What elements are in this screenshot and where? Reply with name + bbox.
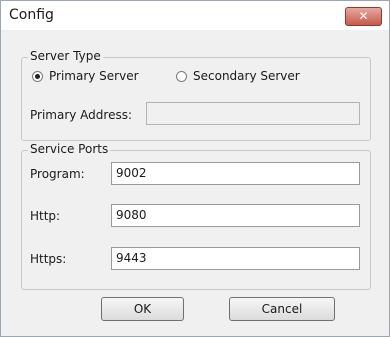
close-button[interactable]: ✕ [345, 7, 382, 26]
program-label: Program: [30, 167, 85, 181]
secondary-server-label: Secondary Server [193, 69, 300, 83]
service-ports-label: Service Ports [28, 142, 111, 156]
https-label: Https: [30, 252, 67, 266]
secondary-server-radio[interactable]: Secondary Server [176, 69, 300, 83]
ok-button[interactable]: OK [101, 297, 184, 321]
http-port-field[interactable]: 9080 [111, 204, 360, 227]
primary-server-radio[interactable]: Primary Server [32, 69, 139, 83]
cancel-button[interactable]: Cancel [229, 297, 335, 321]
primary-server-label: Primary Server [49, 69, 139, 83]
http-label: Http: [30, 209, 61, 223]
primary-address-field[interactable] [146, 102, 360, 125]
close-icon: ✕ [358, 9, 369, 23]
secondary-server-radio-dot[interactable] [176, 70, 187, 82]
program-port-field[interactable]: 9002 [111, 162, 360, 185]
primary-server-radio-dot[interactable] [32, 70, 43, 82]
service-ports-group: Service Ports Program: 9002 Http: 9080 H… [21, 142, 371, 290]
server-type-group: Server Type Primary Server Secondary Ser… [21, 49, 371, 141]
primary-address-label: Primary Address: [30, 108, 133, 122]
https-port-field[interactable]: 9443 [111, 247, 360, 270]
server-type-label: Server Type [28, 49, 103, 63]
config-dialog: Config ✕ Server Type Primary Server Seco… [0, 0, 390, 337]
title-bar[interactable]: Config ✕ [1, 1, 389, 30]
dialog-body: Server Type Primary Server Secondary Ser… [1, 30, 389, 336]
window-title: Config [9, 7, 54, 23]
